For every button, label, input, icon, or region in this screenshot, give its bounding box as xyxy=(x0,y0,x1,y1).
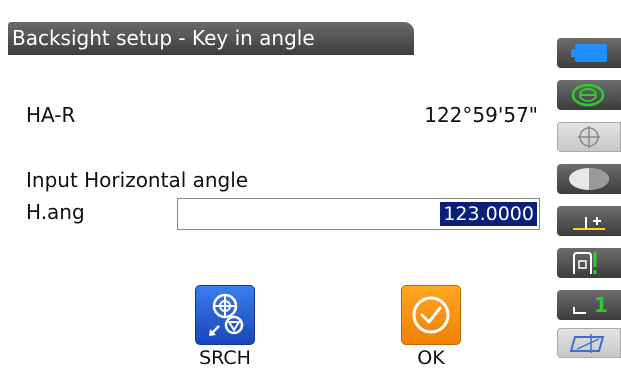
input-heading: Input Horizontal angle xyxy=(26,168,249,192)
tilt-button[interactable] xyxy=(557,80,621,110)
ppm-button[interactable] xyxy=(557,248,621,278)
h-ang-input[interactable]: 123.0000 xyxy=(177,198,540,230)
h-ang-value: 123.0000 xyxy=(440,202,537,226)
ok-button[interactable]: OK xyxy=(400,285,462,369)
face-number: 1 xyxy=(594,293,608,317)
search-icon xyxy=(195,285,255,345)
h-ang-label: H.ang xyxy=(26,200,85,224)
srch-button[interactable]: SRCH xyxy=(194,285,256,369)
battery-icon xyxy=(571,44,607,62)
target-button[interactable] xyxy=(557,122,621,152)
prism-const-icon xyxy=(573,217,605,230)
ok-label: OK xyxy=(417,347,445,369)
face-button[interactable]: 1 xyxy=(557,290,621,320)
ha-r-label: HA-R xyxy=(26,103,76,127)
cursor-button[interactable] xyxy=(557,328,621,358)
check-icon xyxy=(401,285,461,345)
laser-icon xyxy=(569,168,609,190)
srch-label: SRCH xyxy=(199,347,251,369)
prism-const-button[interactable] xyxy=(557,206,621,236)
laser-button[interactable] xyxy=(557,164,621,194)
tilt-icon xyxy=(571,83,605,107)
battery-button[interactable] xyxy=(557,38,621,68)
cursor-icon xyxy=(569,334,605,353)
ha-r-value: 122°59'57" xyxy=(424,103,538,127)
ppm-icon xyxy=(573,252,597,274)
screen-title: Backsight setup - Key in angle xyxy=(8,22,414,55)
target-icon xyxy=(578,126,600,148)
